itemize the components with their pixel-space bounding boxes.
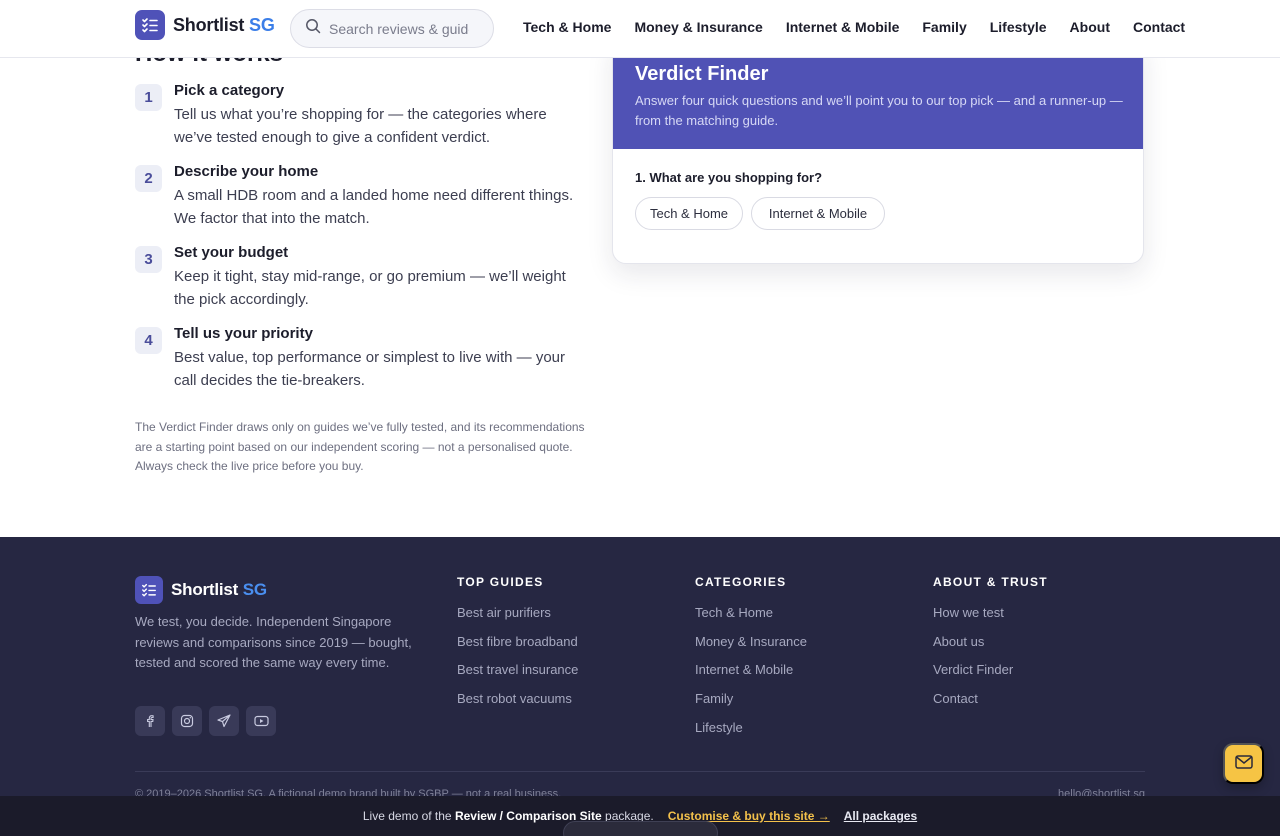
nav-family[interactable]: Family xyxy=(922,19,966,35)
footer-link[interactable]: Internet & Mobile xyxy=(695,660,807,689)
step-number: 3 xyxy=(135,246,162,273)
footer-col-heading: TOP GUIDES xyxy=(457,575,544,589)
footer-description: We test, you decide. Independent Singapo… xyxy=(135,614,412,670)
all-packages-link[interactable]: All packages xyxy=(844,809,917,823)
step-title: Pick a category xyxy=(174,82,285,99)
verdict-finder-subtitle: Answer four quick questions and we’ll po… xyxy=(635,93,1123,128)
option-internet-mobile[interactable]: Internet & Mobile xyxy=(751,197,885,230)
nav-lifestyle[interactable]: Lifestyle xyxy=(990,19,1047,35)
footer-link[interactable]: Best fibre broadband xyxy=(457,632,578,661)
step-number: 1 xyxy=(135,84,162,111)
footer-brand-logo[interactable]: Shortlist SG xyxy=(135,576,267,604)
step-description: A small HDB room and a landed home need … xyxy=(174,187,574,227)
footer-col-top-guides: TOP GUIDES Best air purifiers Best fibre… xyxy=(457,575,578,718)
search-box[interactable] xyxy=(290,9,494,48)
footer-divider xyxy=(135,771,1145,772)
youtube-icon[interactable] xyxy=(246,706,276,736)
main-nav: Tech & Home Money & Insurance Internet &… xyxy=(523,19,1185,35)
footer-col-categories: CATEGORIES Tech & Home Money & Insurance… xyxy=(695,575,807,746)
step-description: Best value, top performance or simplest … xyxy=(174,349,565,389)
mail-button[interactable] xyxy=(1223,743,1264,784)
footer-link[interactable]: Best robot vacuums xyxy=(457,689,578,718)
step-number: 2 xyxy=(135,165,162,192)
nav-about[interactable]: About xyxy=(1070,19,1110,35)
option-tech-home[interactable]: Tech & Home xyxy=(635,197,743,230)
nav-contact[interactable]: Contact xyxy=(1133,19,1185,35)
step-3: 3 Set your budget Keep it tight, stay mi… xyxy=(135,244,585,314)
footer-link[interactable]: Best travel insurance xyxy=(457,660,578,689)
instagram-icon[interactable] xyxy=(172,706,202,736)
step-2: 2 Describe your home A small HDB room an… xyxy=(135,163,585,233)
footer-link[interactable]: Family xyxy=(695,689,807,718)
footer-link[interactable]: Verdict Finder xyxy=(933,660,1048,689)
step-description: Keep it tight, stay mid-range, or go pre… xyxy=(174,268,566,308)
search-input[interactable] xyxy=(329,20,469,37)
footer-link[interactable]: Money & Insurance xyxy=(695,632,807,661)
facebook-icon[interactable] xyxy=(135,706,165,736)
footer-link[interactable]: Lifestyle xyxy=(695,718,807,747)
brand-name: Shortlist SG xyxy=(173,14,275,35)
nav-internet-mobile[interactable]: Internet & Mobile xyxy=(786,19,900,35)
nav-tech-home[interactable]: Tech & Home xyxy=(523,19,611,35)
verdict-finder-title: Verdict Finder xyxy=(635,63,769,85)
checklist-icon xyxy=(135,10,165,40)
step-title: Tell us your priority xyxy=(174,325,313,342)
step-description: Tell us what you’re shopping for — the c… xyxy=(174,106,547,146)
footer-col-heading: CATEGORIES xyxy=(695,575,787,589)
verdict-finder-card: Verdict Finder Answer four quick questio… xyxy=(612,40,1144,264)
footer-col-about-trust: ABOUT & TRUST How we test About us Verdi… xyxy=(933,575,1048,718)
footer-link[interactable]: Best air purifiers xyxy=(457,603,578,632)
mail-icon xyxy=(1234,755,1253,772)
checklist-icon xyxy=(135,576,163,604)
footer-link[interactable]: About us xyxy=(933,632,1048,661)
social-links xyxy=(135,706,283,736)
brand-logo[interactable]: Shortlist SG xyxy=(135,10,275,40)
disclaimer-text: The Verdict Finder draws only on guides … xyxy=(135,420,585,473)
step-title: Describe your home xyxy=(174,163,319,180)
search-icon xyxy=(305,18,321,39)
footer-col-heading: ABOUT & TRUST xyxy=(933,575,1048,589)
site-footer: Shortlist SG We test, you decide. Indepe… xyxy=(0,537,1280,836)
site-header: Shortlist SG Tech & Home Money & Insuran… xyxy=(0,0,1280,58)
step-number: 4 xyxy=(135,327,162,354)
footer-brand-name: Shortlist SG xyxy=(171,580,267,599)
telegram-icon[interactable] xyxy=(209,706,239,736)
step-4: 4 Tell us your priority Best value, top … xyxy=(135,325,585,395)
step-title: Set your budget xyxy=(174,244,289,261)
footer-link[interactable]: Tech & Home xyxy=(695,603,807,632)
nav-money-insurance[interactable]: Money & Insurance xyxy=(634,19,762,35)
step-1: 1 Pick a category Tell us what you’re sh… xyxy=(135,82,585,152)
demo-prefix: Live demo of the xyxy=(362,809,452,823)
question-label: 1. What are you shopping for? xyxy=(635,170,823,185)
footer-link[interactable]: How we test xyxy=(933,603,1048,632)
floating-toolbar[interactable] xyxy=(563,821,718,836)
footer-link[interactable]: Contact xyxy=(933,689,1048,718)
